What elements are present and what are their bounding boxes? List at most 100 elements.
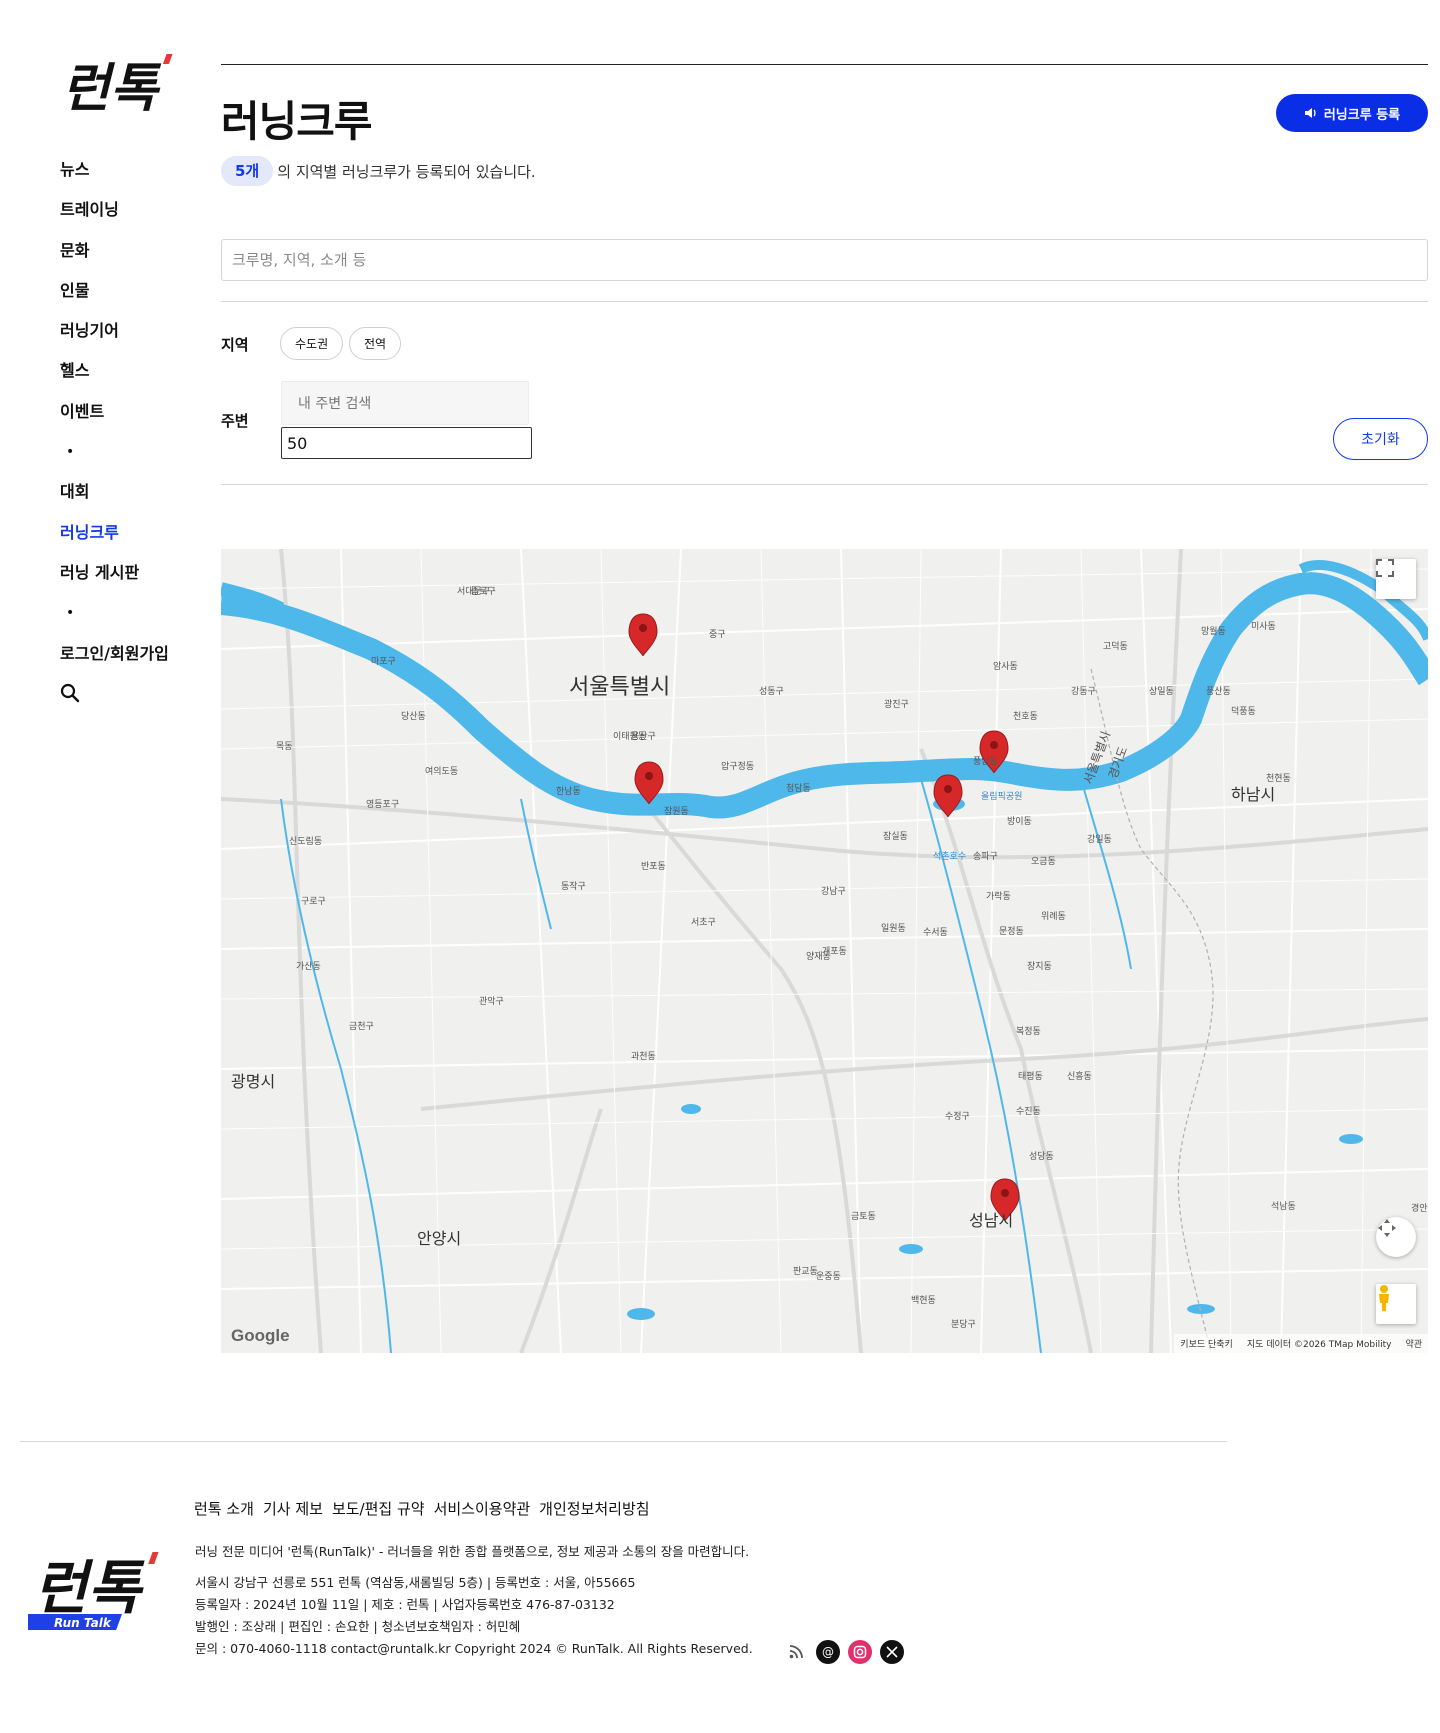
rss-icon[interactable]	[784, 1640, 808, 1664]
footer-link-privacy[interactable]: 개인정보처리방침	[539, 1498, 649, 1519]
map-terms-link[interactable]: 약관	[1405, 1337, 1422, 1350]
map-attribution: 키보드 단축키 지도 데이터 ©2026 TMap Mobility 약관	[1174, 1334, 1428, 1353]
threads-icon[interactable]: @	[816, 1640, 840, 1664]
map-label-seongnam: 성남시	[969, 1211, 1014, 1230]
map-label: 동작구	[561, 882, 586, 892]
register-crew-button[interactable]: 러닝크루 등록	[1276, 94, 1428, 132]
map-label: 잠실동	[883, 832, 908, 842]
map-label: 덕풍동	[1231, 707, 1256, 717]
map-label-anyang: 안양시	[417, 1229, 462, 1248]
crew-count-badge: 5개	[221, 156, 274, 186]
map-label: 광진구	[884, 700, 909, 710]
svg-text:@: @	[822, 1645, 834, 1659]
region-chip-nationwide[interactable]: 전역	[349, 327, 402, 360]
sidebar-item-running-crew[interactable]: 러닝크루	[60, 518, 190, 558]
footer-divider	[20, 1441, 1227, 1442]
sidebar-nav: 뉴스 트레이닝 문화 인물 러닝기어 헬스 이벤트 • 대회 러닝크루 러닝 게…	[60, 155, 190, 709]
map-label: 금토동	[851, 1212, 876, 1222]
footer-logo-sub: Run Talk	[54, 1616, 112, 1630]
sidebar-separator: •	[66, 605, 75, 622]
map-label: 신흥동	[1067, 1072, 1092, 1082]
map-label: 송파구	[973, 852, 998, 862]
map-label: 가락동	[986, 892, 1011, 902]
crew-count-text: 의 지역별 러닝크루가 등록되어 있습니다.	[277, 162, 536, 181]
map-marker-icon[interactable]	[933, 774, 963, 818]
sidebar-item-login[interactable]: 로그인/회원가입	[60, 639, 190, 679]
speaker-icon	[1304, 108, 1316, 118]
search-icon[interactable]	[60, 679, 190, 709]
map-label: 수서동	[923, 928, 948, 938]
map-label: 당산동	[401, 712, 426, 722]
map-label: 강일동	[1087, 835, 1112, 845]
map-label: 수정구	[945, 1112, 970, 1122]
site-logo[interactable]: 런톡	[36, 50, 180, 122]
sidebar-item-training[interactable]: 트레이닝	[60, 195, 190, 235]
region-filter-label: 지역	[221, 336, 249, 354]
sidebar-item-race[interactable]: 대회	[60, 477, 190, 517]
map-label: 강남구	[821, 887, 846, 897]
map-label: 압구정동	[721, 762, 755, 772]
map-marker-icon[interactable]	[628, 613, 658, 657]
map-label: 석촌호수	[933, 852, 967, 862]
map-label-seoul: 서울특별시	[569, 675, 671, 700]
keyboard-shortcuts-link[interactable]: 키보드 단축키	[1180, 1337, 1233, 1350]
google-logo: Google	[231, 1326, 290, 1345]
map-label: 태평동	[1018, 1072, 1043, 1082]
map-label: 개포동	[822, 947, 847, 957]
footer-link-editorial[interactable]: 보도/편집 규약	[332, 1498, 425, 1519]
map-label: 천호동	[1013, 712, 1038, 722]
map-label: 반포동	[641, 862, 666, 872]
map-label: 백현동	[911, 1296, 936, 1306]
sidebar-item-board[interactable]: 러닝 게시판	[60, 558, 190, 598]
map-label: 수진동	[1016, 1107, 1041, 1117]
footer-link-tip[interactable]: 기사 제보	[263, 1498, 323, 1519]
map-label: 가산동	[296, 962, 321, 972]
sidebar-item-health[interactable]: 헬스	[60, 356, 190, 396]
map-label: 문정동	[999, 927, 1024, 937]
sidebar-item-event[interactable]: 이벤트	[60, 397, 190, 437]
footer-address: 서울시 강남구 선릉로 551 런톡 (역삼동,새롬빌딩 5층) | 등록번호 …	[195, 1575, 636, 1590]
region-chip-capital[interactable]: 수도권	[280, 327, 344, 360]
map-label: 풍납동	[973, 757, 998, 767]
map-label: 경안동	[1411, 1204, 1428, 1214]
pegman-icon[interactable]	[1376, 1284, 1416, 1324]
radius-input[interactable]	[281, 427, 532, 459]
nearby-search-button[interactable]: 내 주변 검색	[281, 381, 529, 425]
map-label: 과천동	[631, 1052, 656, 1062]
fullscreen-icon[interactable]	[1376, 559, 1416, 599]
map-label: 마포구	[371, 657, 396, 667]
footer-link-terms[interactable]: 서비스이용약관	[434, 1498, 531, 1519]
map-data-text: 지도 데이터 ©2026 TMap Mobility	[1246, 1340, 1392, 1350]
footer-links: 런톡 소개 기사 제보 보도/편집 규약 서비스이용약관 개인정보처리방침	[194, 1498, 650, 1519]
map-label-gwangmyeong: 광명시	[231, 1072, 276, 1091]
map-label: 복정동	[1016, 1027, 1041, 1037]
camera-control-icon[interactable]	[1376, 1217, 1416, 1257]
map-label: 목동	[276, 742, 293, 752]
map-label: 위례동	[1041, 912, 1066, 922]
crew-search-input[interactable]	[221, 239, 1428, 281]
instagram-icon[interactable]	[848, 1640, 872, 1664]
map-label: 일원동	[881, 924, 906, 934]
sidebar-item-news[interactable]: 뉴스	[60, 155, 190, 195]
map-label: 강동구	[1071, 687, 1096, 697]
divider	[221, 301, 1428, 302]
crew-map[interactable]: 서울특별시 하남시 광명시 안양시 성남시 서울특별시 경기도 종로구 용산구 …	[221, 549, 1428, 1353]
map-label: 오금동	[1031, 857, 1056, 867]
footer-link-about[interactable]: 런톡 소개	[194, 1498, 254, 1519]
sidebar-item-culture[interactable]: 문화	[60, 236, 190, 276]
sidebar-item-people[interactable]: 인물	[60, 276, 190, 316]
map-label: 서대문구	[457, 587, 491, 597]
footer-tagline: 러닝 전문 미디어 '런톡(RunTalk)' - 러너들을 위한 종합 플랫폼…	[195, 1544, 750, 1559]
sidebar-item-running-gear[interactable]: 러닝기어	[60, 316, 190, 356]
map-label: 한남동	[556, 787, 581, 797]
footer-people: 발행인 : 조상래 | 편집인 : 손요한 | 청소년보호책임자 : 허민혜	[195, 1619, 521, 1634]
map-label: 방이동	[1007, 817, 1032, 827]
map-label: 올림픽공원	[981, 792, 1023, 802]
x-icon[interactable]	[880, 1640, 904, 1664]
map-label: 영등포구	[366, 800, 400, 810]
map-label: 구로구	[301, 897, 326, 907]
reset-button[interactable]: 초기화	[1333, 418, 1428, 460]
map-label-hanam: 하남시	[1231, 785, 1276, 804]
map-label: 상일동	[1149, 687, 1174, 697]
map-label: 이태원동	[613, 732, 647, 742]
